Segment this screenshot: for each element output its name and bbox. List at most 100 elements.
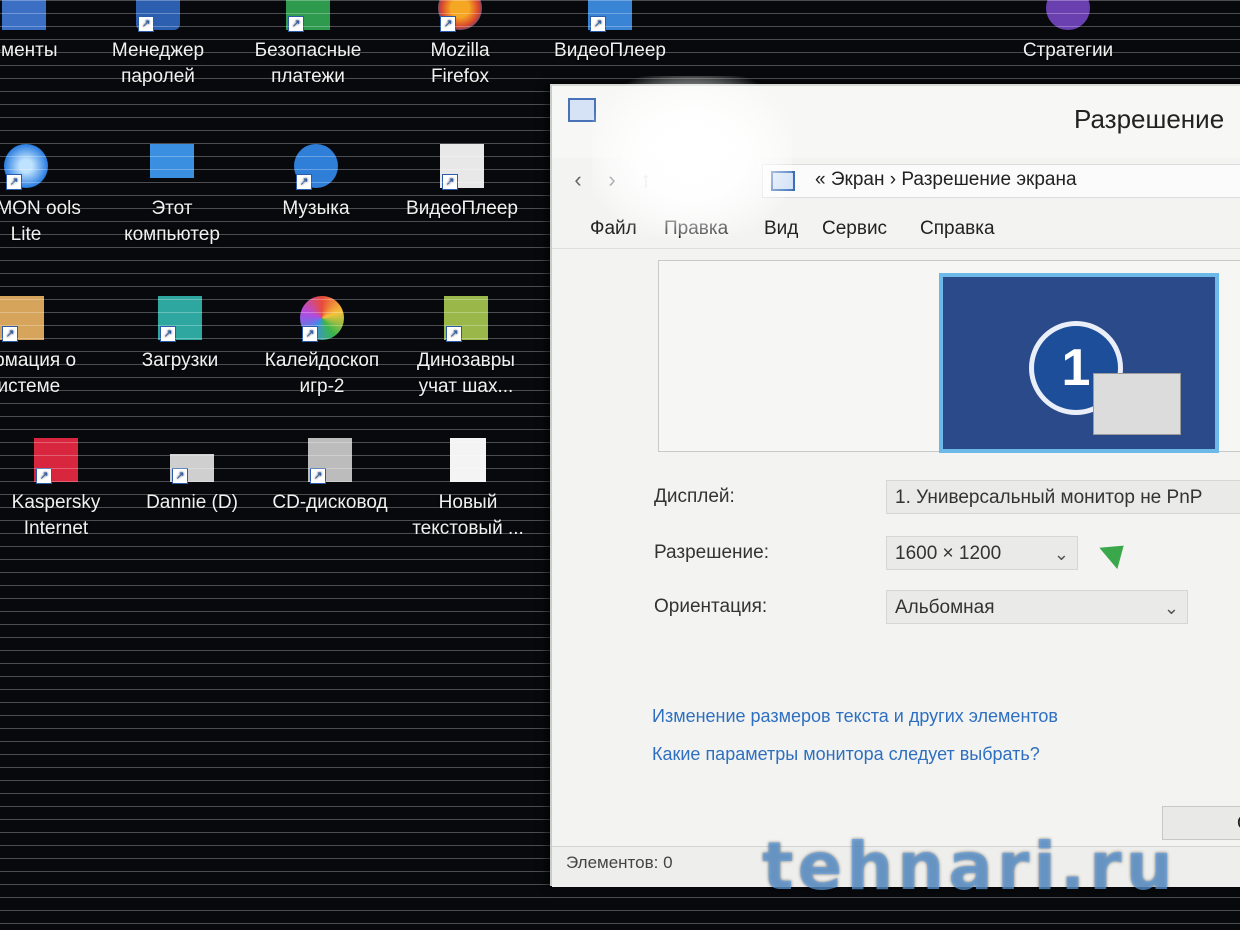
- window-title-bar[interactable]: Разрешение: [552, 86, 1240, 158]
- kaleidoscope-icon: ↗: [300, 296, 344, 342]
- desktop-icon-kaspersky[interactable]: ↗ Kaspersky Internet: [0, 438, 116, 542]
- firefox-icon: ↗: [438, 0, 482, 32]
- monitor-params-link[interactable]: Какие параметры монитора следует выбрать…: [652, 744, 1040, 765]
- desktop-icon-label: Калейдоскоп игр-2: [264, 350, 380, 397]
- chevron-down-icon: ⌄: [1163, 598, 1179, 618]
- music-icon: ↗: [294, 144, 338, 190]
- shortcut-arrow-icon: ↗: [442, 174, 458, 190]
- dinosaur-chess-icon: ↗: [444, 296, 488, 342]
- shortcut-arrow-icon: ↗: [446, 326, 462, 342]
- downloads-icon: ↗: [158, 296, 202, 342]
- desktop-icon-label: Динозавры учат шах...: [417, 350, 515, 397]
- window-content: 1 Дисплей: 1. Универсальный монитор не P…: [552, 248, 1240, 852]
- kaspersky-icon: ↗: [34, 438, 78, 484]
- desktop-icon-videoplayer-top[interactable]: ↗ ВидеоПлеер: [550, 0, 670, 64]
- desktop-icon-label: формация о Системе: [0, 350, 77, 397]
- desktop-icon-new-text-file[interactable]: Новый текстовый ...: [408, 438, 528, 542]
- menu-help[interactable]: Справка: [920, 218, 995, 240]
- text-file-icon: [450, 438, 486, 482]
- menu-view[interactable]: Вид: [764, 218, 798, 240]
- desktop-icon-videoplayer[interactable]: ↗ ВидеоПлеер: [402, 144, 522, 222]
- watermark: tehnari.ru: [762, 828, 1177, 905]
- desktop-icon-elements[interactable]: ементы: [0, 0, 84, 64]
- orientation-row: Ориентация: Альбомная ⌄: [654, 590, 1240, 626]
- window-title: Разрешение: [1074, 104, 1225, 134]
- shortcut-arrow-icon: ↗: [288, 16, 304, 32]
- shortcut-arrow-icon: ↗: [160, 326, 176, 342]
- resolution-select[interactable]: 1600 × 1200 ⌄: [886, 536, 1078, 570]
- display-label: Дисплей:: [654, 486, 735, 507]
- safe-payments-icon: ↗: [286, 0, 330, 32]
- desktop-icon-cd-drive[interactable]: ↗ CD-дисковод: [270, 438, 390, 516]
- desktop-icon-label: Dannie (D): [146, 492, 238, 513]
- system-info-icon: ↗: [0, 296, 44, 342]
- shortcut-arrow-icon: ↗: [6, 174, 22, 190]
- monitor-preview-area: 1: [658, 260, 1240, 453]
- window-icon: [568, 98, 596, 122]
- menu-service[interactable]: Сервис: [822, 218, 887, 240]
- shortcut-arrow-icon: ↗: [36, 468, 52, 484]
- desktop-icon-firefox[interactable]: ↗ Mozilla Firefox: [400, 0, 520, 90]
- screen: ементы ↗ Менеджер паролей ↗ Безопасные п…: [0, 0, 1240, 930]
- shortcut-arrow-icon: ↗: [440, 16, 456, 32]
- cd-drive-icon: ↗: [308, 438, 352, 484]
- orientation-label: Ориентация:: [654, 596, 768, 617]
- clapperboard-icon: ↗: [440, 144, 484, 190]
- desktop-icon-label: Новый текстовый ...: [412, 492, 524, 539]
- resolution-value: 1600 × 1200: [895, 543, 1002, 564]
- menu-edit[interactable]: Правка: [664, 218, 728, 240]
- desktop-icon-label: Mozilla Firefox: [430, 40, 490, 87]
- desktop-icon-label: ементы: [0, 40, 58, 61]
- shortcut-arrow-icon: ↗: [172, 468, 188, 484]
- strategies-icon: [1046, 0, 1090, 30]
- desktop-icon-system-info[interactable]: ↗ формация о Системе: [0, 296, 82, 400]
- password-manager-icon: ↗: [136, 0, 180, 32]
- display-row: Дисплей: 1. Универсальный монитор не PnP: [654, 480, 1240, 516]
- desktop-icon-downloads[interactable]: ↗ Загрузки: [120, 296, 240, 374]
- shortcut-arrow-icon: ↗: [310, 468, 326, 484]
- desktop-icon-label: Стратегии: [1022, 40, 1114, 61]
- desktop-icon-label: Менеджер паролей: [111, 40, 205, 87]
- desktop-icon-label: Загрузки: [141, 350, 219, 371]
- shortcut-arrow-icon: ↗: [590, 16, 606, 32]
- desktop-icon-safe-payments[interactable]: ↗ Безопасные платежи: [248, 0, 368, 90]
- drive-icon: ↗: [170, 454, 214, 484]
- shortcut-arrow-icon: ↗: [296, 174, 312, 190]
- screen-resolution-window: Разрешение ‹ › ↑ « Экран › Разрешение эк…: [550, 76, 1240, 887]
- monitor-tile[interactable]: 1: [939, 273, 1219, 453]
- desktop-icon-label: AEMON ools Lite: [0, 198, 81, 245]
- desktop-icon-music[interactable]: ↗ Музыка: [256, 144, 376, 222]
- video-player-icon: ↗: [588, 0, 632, 32]
- shortcut-arrow-icon: ↗: [302, 326, 318, 342]
- display-select[interactable]: 1. Универсальный монитор не PnP: [886, 480, 1240, 514]
- resolution-row: Разрешение: 1600 × 1200 ⌄: [654, 536, 1240, 572]
- desktop-icon-label: ВидеоПлеер: [554, 40, 666, 61]
- desktop-icon-kaleidoscope[interactable]: ↗ Калейдоскоп игр-2: [262, 296, 382, 400]
- menu-file[interactable]: Файл: [590, 218, 637, 240]
- desktop-icon-daemon-tools[interactable]: ↗ AEMON ools Lite: [0, 144, 86, 248]
- folder-icon: [2, 0, 46, 30]
- control-panel-icon: [771, 171, 795, 191]
- text-size-link[interactable]: Изменение размеров текста и других элеме…: [652, 706, 1058, 727]
- shortcut-arrow-icon: ↗: [2, 326, 18, 342]
- up-button[interactable]: ↑: [632, 166, 660, 194]
- desktop-icon-dannie-drive[interactable]: ↗ Dannie (D): [132, 438, 252, 516]
- desktop-icon-strategies[interactable]: Стратегии: [1008, 0, 1128, 64]
- desktop-icon-label: Музыка: [282, 198, 350, 219]
- forward-button[interactable]: ›: [598, 166, 626, 194]
- monitor-calculator-icon: [1093, 373, 1181, 435]
- desktop-icon-password-manager[interactable]: ↗ Менеджер паролей: [98, 0, 218, 90]
- status-text: Элементов: 0: [566, 853, 673, 872]
- chevron-down-icon: ⌄: [1053, 544, 1069, 564]
- orientation-select[interactable]: Альбомная ⌄: [886, 590, 1188, 624]
- back-button[interactable]: ‹: [564, 166, 592, 194]
- orientation-value: Альбомная: [895, 597, 995, 618]
- shortcut-arrow-icon: ↗: [138, 16, 154, 32]
- computer-icon: [150, 144, 194, 178]
- desktop-icon-label: Kaspersky Internet: [11, 492, 101, 539]
- address-path[interactable]: « Экран › Разрешение экрана: [762, 164, 1240, 198]
- desktop-icon-dinosaurs-chess[interactable]: ↗ Динозавры учат шах...: [406, 296, 526, 400]
- desktop-icon-this-pc[interactable]: Этот компьютер: [112, 144, 232, 248]
- desktop-icon-label: ВидеоПлеер: [406, 198, 518, 219]
- daemon-tools-icon: ↗: [4, 144, 48, 190]
